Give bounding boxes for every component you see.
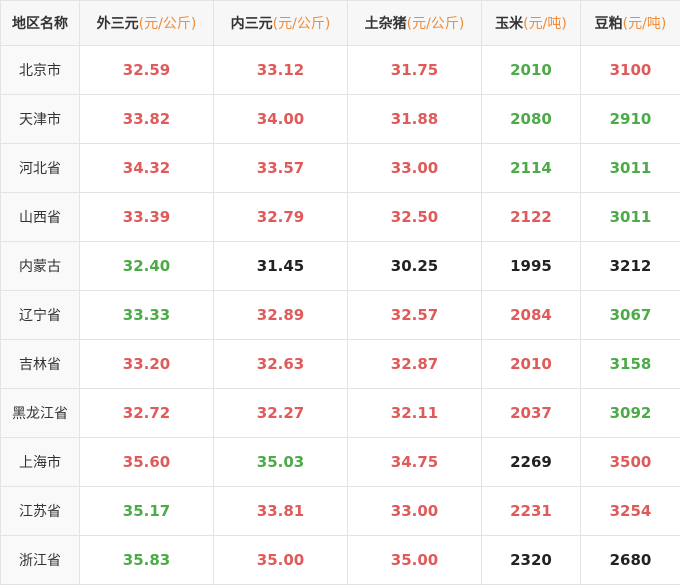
- neisanyuan-price-cell: 35.03: [213, 437, 348, 487]
- region-cell: 黑龙江省: [0, 388, 80, 438]
- corn-price-cell: 2080: [481, 94, 581, 144]
- header-corn: 玉米(元/吨): [481, 0, 581, 46]
- table-row: 辽宁省 33.33 32.89 32.57 2084 3067: [0, 290, 680, 340]
- header-corn-label: 玉米: [495, 16, 524, 32]
- waisanyuan-price-cell: 35.17: [79, 486, 214, 536]
- corn-price-cell: 2231: [481, 486, 581, 536]
- soymeal-price-cell: 3011: [580, 143, 680, 193]
- region-cell: 山西省: [0, 192, 80, 242]
- soymeal-price-cell: 3158: [580, 339, 680, 389]
- soymeal-price-cell: 3500: [580, 437, 680, 487]
- table-row: 北京市 32.59 33.12 31.75 2010 3100: [0, 45, 680, 95]
- header-waisanyuan: 外三元(元/公斤): [79, 0, 214, 46]
- region-cell: 上海市: [0, 437, 80, 487]
- soymeal-price-cell: 3067: [580, 290, 680, 340]
- table-row: 山西省 33.39 32.79 32.50 2122 3011: [0, 192, 680, 242]
- tuzazhu-price-cell: 32.50: [347, 192, 482, 242]
- header-tuzazhu: 土杂猪(元/公斤): [347, 0, 482, 46]
- region-cell: 辽宁省: [0, 290, 80, 340]
- waisanyuan-price-cell: 32.59: [79, 45, 214, 95]
- waisanyuan-price-cell: 33.82: [79, 94, 214, 144]
- table-row: 上海市 35.60 35.03 34.75 2269 3500: [0, 437, 680, 487]
- soymeal-price-cell: 3212: [580, 241, 680, 291]
- region-cell: 河北省: [0, 143, 80, 193]
- header-waisanyuan-unit: (元/公斤): [138, 16, 197, 32]
- header-region: 地区名称: [0, 0, 80, 46]
- header-soymeal-unit: (元/吨): [622, 16, 667, 32]
- waisanyuan-price-cell: 33.39: [79, 192, 214, 242]
- neisanyuan-price-cell: 33.12: [213, 45, 348, 95]
- neisanyuan-price-cell: 33.81: [213, 486, 348, 536]
- corn-price-cell: 1995: [481, 241, 581, 291]
- neisanyuan-price-cell: 32.63: [213, 339, 348, 389]
- waisanyuan-price-cell: 34.32: [79, 143, 214, 193]
- header-neisanyuan-label: 内三元: [230, 16, 273, 32]
- table-row: 吉林省 33.20 32.63 32.87 2010 3158: [0, 339, 680, 389]
- soymeal-price-cell: 2910: [580, 94, 680, 144]
- neisanyuan-price-cell: 32.27: [213, 388, 348, 438]
- header-neisanyuan: 内三元(元/公斤): [213, 0, 348, 46]
- table-body: 北京市 32.59 33.12 31.75 2010 3100 天津市 33.82 34.00 3…: [0, 45, 680, 585]
- soymeal-price-cell: 2680: [580, 535, 680, 585]
- price-table: 地区名称 外三元(元/公斤) 内三元(元/公斤) 土杂猪(元/公斤) 玉米(元/…: [0, 0, 680, 585]
- header-waisanyuan-label: 外三元: [96, 16, 139, 32]
- waisanyuan-price-cell: 35.60: [79, 437, 214, 487]
- neisanyuan-price-cell: 32.89: [213, 290, 348, 340]
- header-neisanyuan-unit: (元/公斤): [272, 16, 331, 32]
- table-header: 地区名称 外三元(元/公斤) 内三元(元/公斤) 土杂猪(元/公斤) 玉米(元/…: [0, 0, 680, 46]
- corn-price-cell: 2122: [481, 192, 581, 242]
- table-row: 天津市 33.82 34.00 31.88 2080 2910: [0, 94, 680, 144]
- header-tuzazhu-unit: (元/公斤): [406, 16, 465, 32]
- tuzazhu-price-cell: 31.88: [347, 94, 482, 144]
- waisanyuan-price-cell: 33.33: [79, 290, 214, 340]
- region-cell: 江苏省: [0, 486, 80, 536]
- corn-price-cell: 2320: [481, 535, 581, 585]
- region-cell: 天津市: [0, 94, 80, 144]
- region-cell: 内蒙古: [0, 241, 80, 291]
- table-row: 黑龙江省 32.72 32.27 32.11 2037 3092: [0, 388, 680, 438]
- tuzazhu-price-cell: 34.75: [347, 437, 482, 487]
- header-soymeal-label: 豆粕: [594, 16, 623, 32]
- waisanyuan-price-cell: 33.20: [79, 339, 214, 389]
- tuzazhu-price-cell: 35.00: [347, 535, 482, 585]
- waisanyuan-price-cell: 32.72: [79, 388, 214, 438]
- soymeal-price-cell: 3011: [580, 192, 680, 242]
- corn-price-cell: 2269: [481, 437, 581, 487]
- neisanyuan-price-cell: 31.45: [213, 241, 348, 291]
- neisanyuan-price-cell: 34.00: [213, 94, 348, 144]
- corn-price-cell: 2114: [481, 143, 581, 193]
- header-soymeal: 豆粕(元/吨): [580, 0, 680, 46]
- corn-price-cell: 2084: [481, 290, 581, 340]
- region-cell: 北京市: [0, 45, 80, 95]
- corn-price-cell: 2010: [481, 339, 581, 389]
- corn-price-cell: 2010: [481, 45, 581, 95]
- tuzazhu-price-cell: 32.11: [347, 388, 482, 438]
- waisanyuan-price-cell: 35.83: [79, 535, 214, 585]
- tuzazhu-price-cell: 33.00: [347, 486, 482, 536]
- corn-price-cell: 2037: [481, 388, 581, 438]
- table-row: 内蒙古 32.40 31.45 30.25 1995 3212: [0, 241, 680, 291]
- tuzazhu-price-cell: 32.57: [347, 290, 482, 340]
- soymeal-price-cell: 3254: [580, 486, 680, 536]
- header-row: 地区名称 外三元(元/公斤) 内三元(元/公斤) 土杂猪(元/公斤) 玉米(元/…: [0, 0, 680, 46]
- region-cell: 浙江省: [0, 535, 80, 585]
- tuzazhu-price-cell: 32.87: [347, 339, 482, 389]
- tuzazhu-price-cell: 33.00: [347, 143, 482, 193]
- header-corn-unit: (元/吨): [523, 16, 567, 32]
- table-row: 浙江省 35.83 35.00 35.00 2320 2680: [0, 535, 680, 585]
- neisanyuan-price-cell: 35.00: [213, 535, 348, 585]
- soymeal-price-cell: 3100: [580, 45, 680, 95]
- neisanyuan-price-cell: 32.79: [213, 192, 348, 242]
- table-row: 江苏省 35.17 33.81 33.00 2231 3254: [0, 486, 680, 536]
- header-tuzazhu-label: 土杂猪: [364, 16, 407, 32]
- soymeal-price-cell: 3092: [580, 388, 680, 438]
- tuzazhu-price-cell: 30.25: [347, 241, 482, 291]
- table-row: 河北省 34.32 33.57 33.00 2114 3011: [0, 143, 680, 193]
- tuzazhu-price-cell: 31.75: [347, 45, 482, 95]
- neisanyuan-price-cell: 33.57: [213, 143, 348, 193]
- region-cell: 吉林省: [0, 339, 80, 389]
- header-region-label: 地区名称: [12, 16, 68, 32]
- waisanyuan-price-cell: 32.40: [79, 241, 214, 291]
